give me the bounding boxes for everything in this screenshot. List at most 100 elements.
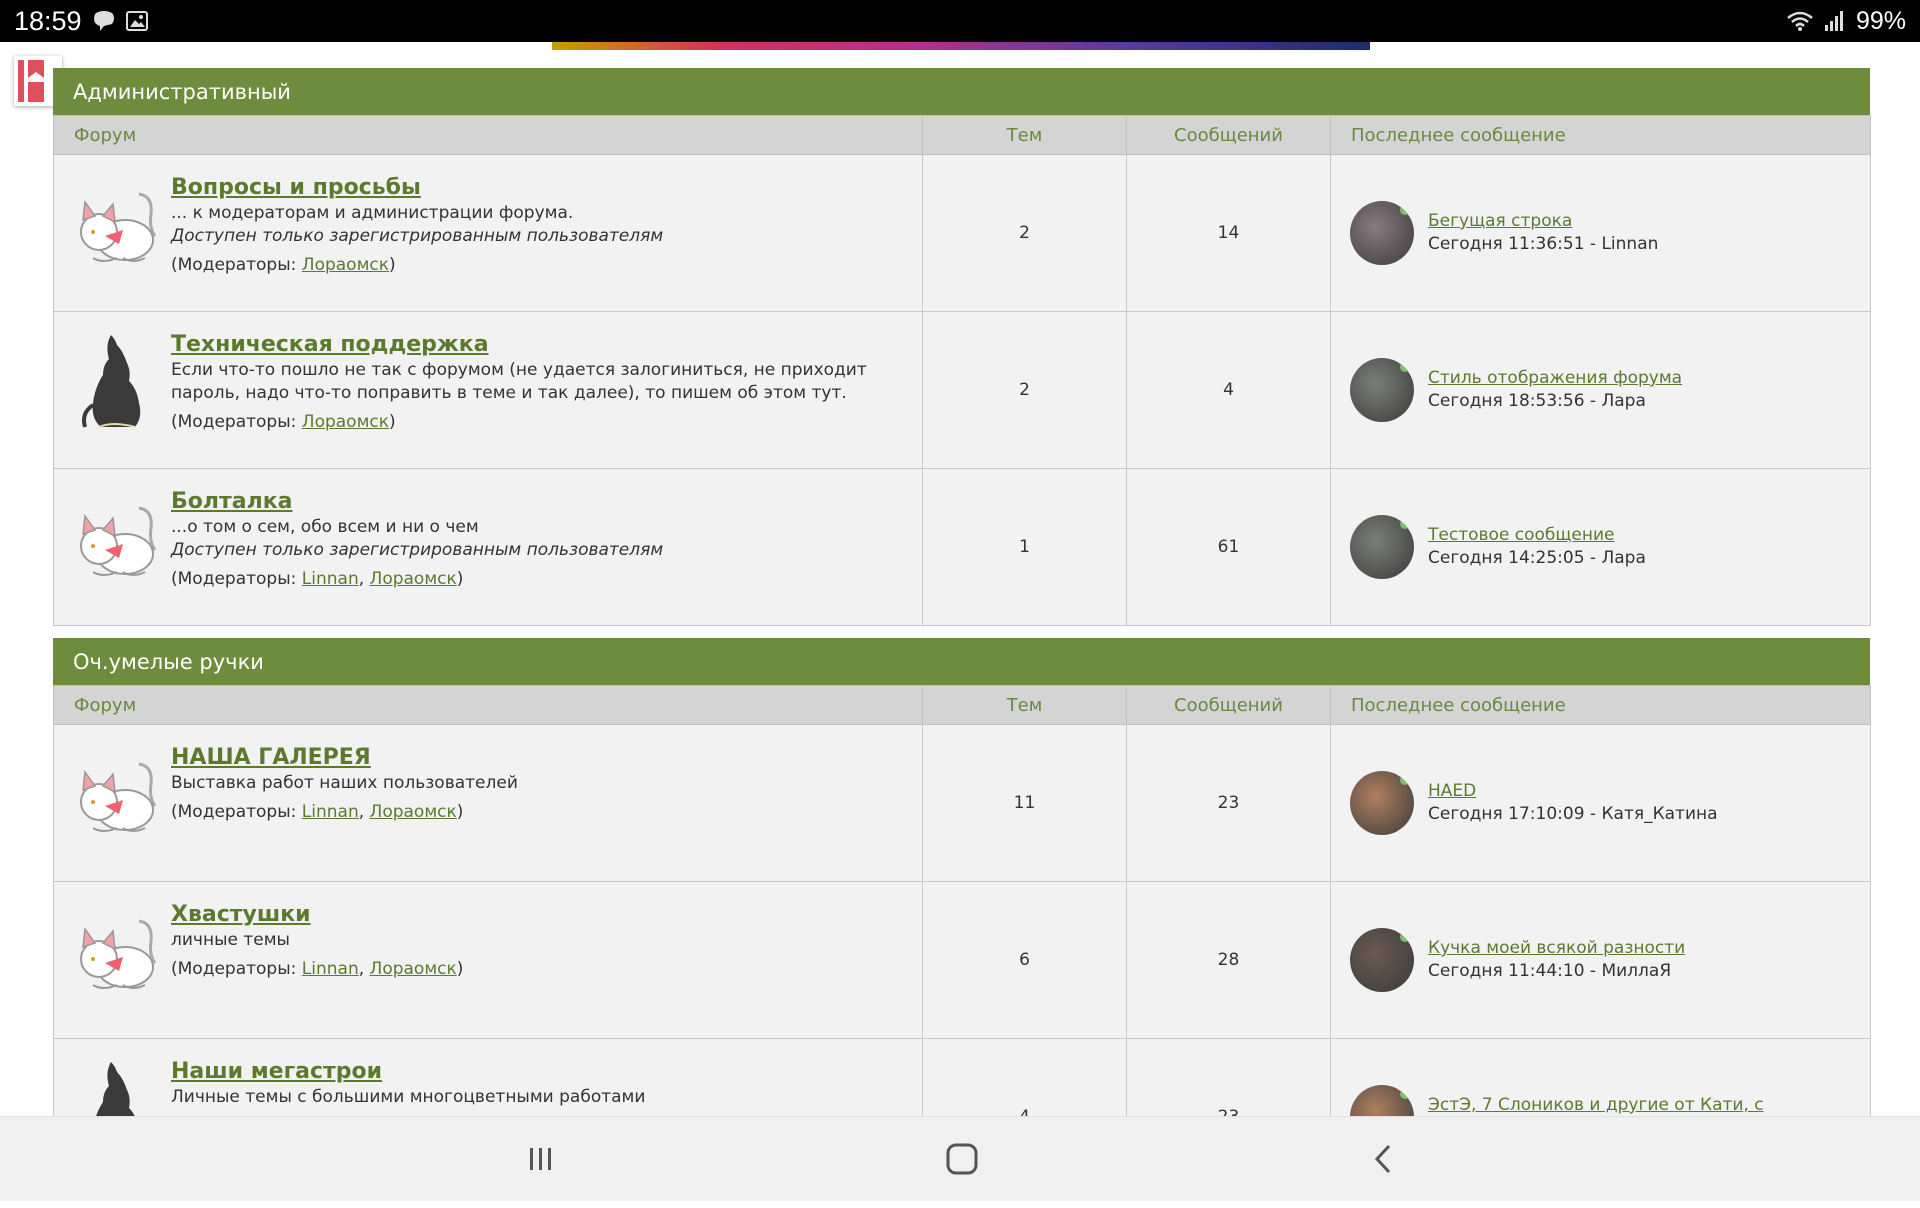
forum-cell: Хвастушки личные темы (Модераторы: Linnan,…	[53, 881, 923, 1039]
moderators-prefix: (Модераторы:	[171, 255, 302, 275]
col-posts: Сообщений	[1126, 115, 1331, 155]
moderators-suffix: )	[456, 959, 464, 979]
moderator-link[interactable]: Лораомск	[370, 959, 457, 979]
moderator-link[interactable]: Лораомск	[370, 569, 457, 589]
forum-cell: Вопросы и просьбы... к модераторам и адм…	[53, 154, 923, 312]
posts-count: 23	[1126, 724, 1331, 882]
table-header-row: Форум Тем Сообщений Последнее сообщение	[53, 685, 1871, 725]
last-post-link[interactable]: Бегущая строка	[1428, 210, 1658, 233]
status-bar-right: 99%	[1786, 7, 1906, 36]
table-row: НАША ГАЛЕРЕЯ Выставка работ наших пользов…	[53, 724, 1871, 882]
recent-apps-button[interactable]	[496, 1117, 586, 1201]
table-row: Болталка ...о том о сем, обо всем и ни о …	[53, 468, 1871, 626]
forum-description: ...о том о сем, обо всем и ни о чем	[171, 517, 479, 537]
forum-title-link[interactable]: Техническая поддержка	[171, 331, 903, 359]
moderator-link[interactable]: Linnan	[302, 802, 359, 822]
table-row: Вопросы и просьбы... к модераторам и адм…	[53, 154, 1871, 312]
last-post-meta: Сегодня 14:25:05 - Лара	[1428, 548, 1646, 568]
online-indicator	[1400, 932, 1410, 942]
forum-moderators: (Модераторы: Linnan, Лораомск)	[171, 569, 464, 589]
image-icon	[125, 11, 148, 31]
chat-bubble-icon	[92, 10, 116, 32]
white-cat-icon	[80, 919, 157, 989]
topics-count: 1	[922, 468, 1127, 626]
col-posts: Сообщений	[1126, 685, 1331, 725]
col-topics: Тем	[922, 115, 1127, 155]
category-title[interactable]: Оч.умелые ручки	[53, 638, 1870, 685]
moderator-link[interactable]: Лораомск	[302, 412, 389, 432]
forum-restriction: Доступен только зарегистрированным польз…	[171, 226, 664, 246]
online-indicator	[1400, 205, 1410, 215]
posts-count: 28	[1126, 881, 1331, 1039]
forum-title-link[interactable]: Вопросы и просьбы	[171, 174, 663, 202]
forum-restriction: Доступен только зарегистрированным польз…	[171, 540, 664, 560]
signal-icon	[1824, 10, 1846, 32]
last-post-meta: Сегодня 11:44:10 - МиллаЯ	[1428, 961, 1672, 981]
moderator-link[interactable]: Linnan	[302, 959, 359, 979]
moderators-prefix: (Модераторы:	[171, 412, 302, 432]
posts-count: 14	[1126, 154, 1331, 312]
user-avatar[interactable]	[1350, 515, 1414, 579]
top-banner[interactable]	[552, 42, 1370, 50]
table-row: Хвастушки личные темы (Модераторы: Linnan,…	[53, 881, 1871, 1039]
last-post-cell: HAED Сегодня 17:10:09 - Катя_Катина	[1330, 724, 1871, 882]
back-icon	[1374, 1144, 1391, 1174]
table-row: Техническая поддержка Если что-то пошло н…	[53, 311, 1871, 469]
moderators-prefix: (Модераторы:	[171, 959, 302, 979]
user-avatar[interactable]	[1350, 201, 1414, 265]
forum-title-link[interactable]: Болталка	[171, 488, 663, 516]
last-post-cell: Кучка моей всякой разности Сегодня 11:44:…	[1330, 881, 1871, 1039]
moderators-suffix: )	[389, 255, 396, 275]
user-avatar[interactable]	[1350, 358, 1414, 422]
last-post-meta: Сегодня 11:36:51 - Linnan	[1428, 234, 1659, 254]
forum-cell: Техническая поддержка Если что-то пошло н…	[53, 311, 923, 469]
forum-title-link[interactable]: Наши мегастрои	[171, 1058, 645, 1086]
back-button[interactable]	[1338, 1117, 1428, 1201]
recent-apps-icon	[530, 1148, 551, 1170]
forum-description: Если что-то пошло не так с форумом (не у…	[171, 360, 867, 403]
col-forum: Форум	[53, 685, 923, 725]
last-post-link[interactable]: Стиль отображения форума	[1428, 367, 1682, 390]
last-post-link[interactable]: HAED	[1428, 780, 1718, 803]
forum-title-link[interactable]: НАША ГАЛЕРЕЯ	[171, 744, 518, 772]
last-post-link[interactable]: Тестовое сообщение	[1428, 524, 1646, 547]
online-indicator	[1400, 1089, 1410, 1099]
home-button[interactable]	[917, 1117, 1007, 1201]
forum-moderators: (Модераторы: Лораомск)	[171, 411, 903, 434]
online-indicator	[1400, 775, 1410, 785]
last-post-meta: Сегодня 18:53:56 - Лара	[1428, 391, 1646, 411]
forum-description: личные темы	[171, 930, 290, 950]
home-icon	[946, 1143, 978, 1175]
white-cat-icon	[80, 192, 157, 262]
moderators-prefix: (Модераторы:	[171, 569, 302, 589]
topics-count: 2	[922, 154, 1127, 312]
moderator-link[interactable]: Лораомск	[370, 802, 457, 822]
android-nav-bar	[0, 1116, 1920, 1201]
last-post-cell: Тестовое сообщение Сегодня 14:25:05 - Лар…	[1330, 468, 1871, 626]
forum-moderators: (Модераторы: Linnan, Лораомск)	[171, 802, 464, 822]
user-avatar[interactable]	[1350, 928, 1414, 992]
last-post-cell: Бегущая строка Сегодня 11:36:51 - Linnan	[1330, 154, 1871, 312]
forum-description: ... к модераторам и администрации форума…	[171, 203, 574, 223]
wifi-icon	[1786, 10, 1814, 32]
category-title[interactable]: Административный	[53, 68, 1870, 115]
last-post-cell: Стиль отображения форума Сегодня 18:53:56…	[1330, 311, 1871, 469]
forum-cell: НАША ГАЛЕРЕЯ Выставка работ наших пользов…	[53, 724, 923, 882]
online-indicator	[1400, 519, 1410, 529]
moderators-suffix: )	[456, 569, 464, 589]
white-cat-icon	[80, 506, 157, 576]
forum-moderators: (Модераторы: Лораомск)	[171, 254, 663, 277]
moderators-suffix: )	[456, 802, 464, 822]
posts-count: 61	[1126, 468, 1331, 626]
topics-count: 6	[922, 881, 1127, 1039]
forum-title-link[interactable]: Хвастушки	[171, 901, 463, 929]
forum-cell: Болталка ...о том о сем, обо всем и ни о …	[53, 468, 923, 626]
moderator-link[interactable]: Лораомск	[302, 255, 389, 275]
user-avatar[interactable]	[1350, 771, 1414, 835]
col-last-post: Последнее сообщение	[1330, 115, 1871, 155]
last-post-link[interactable]: Кучка моей всякой разности	[1428, 937, 1685, 960]
clock: 18:59	[14, 5, 82, 36]
moderator-link[interactable]: Linnan	[302, 569, 359, 589]
col-topics: Тем	[922, 685, 1127, 725]
last-post-meta: Сегодня 17:10:09 - Катя_Катина	[1428, 804, 1718, 824]
